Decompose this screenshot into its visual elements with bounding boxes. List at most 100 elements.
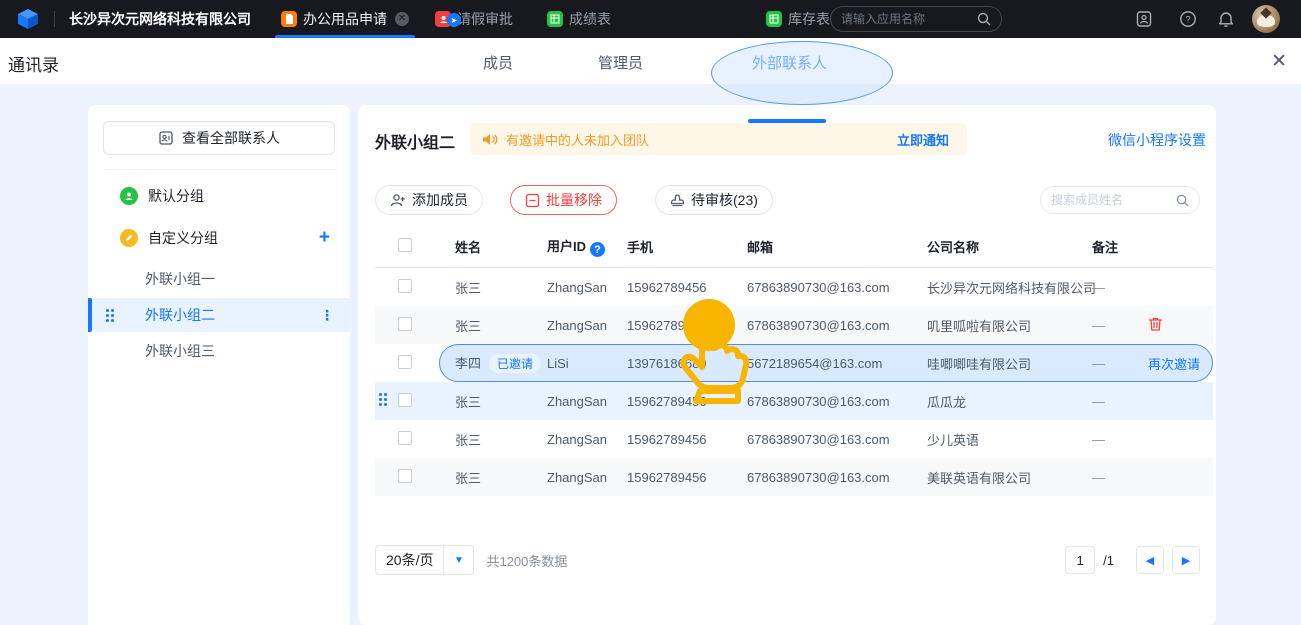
cell-company: 瓜瓜龙 xyxy=(919,392,1084,411)
contacts-book-icon[interactable] xyxy=(1132,7,1156,31)
member-search-box[interactable] xyxy=(1040,186,1200,214)
cell-note: — xyxy=(1084,394,1140,409)
cell-email: 67863890730@163.com xyxy=(739,394,919,409)
page-size-select[interactable]: 20条/页 ▼ xyxy=(375,545,474,575)
cell-company: 哇唧唧哇有限公司 xyxy=(919,354,1084,373)
close-tab-icon[interactable]: ✕ xyxy=(395,12,409,26)
cell-phone: 15962789456 xyxy=(619,280,739,295)
row-select-cell xyxy=(375,469,447,486)
cell-userid: ZhangSan xyxy=(539,470,619,485)
tab-leave-approval[interactable]: ➤ 请假审批 xyxy=(435,0,513,38)
divider xyxy=(103,169,335,170)
person-icon xyxy=(120,187,138,205)
prev-page-button[interactable]: ◀ xyxy=(1136,546,1164,574)
cell-userid: ZhangSan xyxy=(539,394,619,409)
orange-app-icon xyxy=(281,11,297,27)
sidebar-item-default-group[interactable]: 默认分组 xyxy=(88,180,350,212)
more-options-icon[interactable]: ⋮ xyxy=(320,307,334,324)
groups-sidebar: 查看全部联系人 默认分组 自定义分组 + 外联小组一 xyxy=(88,105,350,625)
cell-note: — xyxy=(1084,318,1140,333)
tab-office-supplies[interactable]: 办公用品申请 ✕ xyxy=(281,0,409,38)
tab-admins[interactable]: 管理员 xyxy=(598,52,643,73)
table-row: 张三ZhangSan1596278945667863890730@163.com… xyxy=(375,382,1213,420)
row-checkbox[interactable] xyxy=(398,279,412,293)
members-table: 姓名 用户ID? 手机 邮箱 公司名称 备注 张三ZhangSan1596278… xyxy=(375,226,1213,496)
view-all-contacts-button[interactable]: 查看全部联系人 xyxy=(103,121,335,155)
table-row: 张三ZhangSan1596278945667863890730@163.com… xyxy=(375,268,1213,306)
table-row: 张三ZhangSan1596278945667863890730@163.com… xyxy=(375,306,1213,344)
cell-company: 少儿英语 xyxy=(919,430,1084,449)
chevron-down-icon[interactable]: ▼ xyxy=(443,545,473,575)
cell-company: 美联英语有限公司 xyxy=(919,468,1084,487)
person-add-icon xyxy=(390,193,406,208)
notifications-bell-icon[interactable] xyxy=(1214,7,1238,31)
col-note: 备注 xyxy=(1084,237,1140,256)
add-member-button[interactable]: 添加成员 xyxy=(375,185,483,215)
help-question-icon[interactable]: ? xyxy=(590,242,605,257)
user-avatar[interactable] xyxy=(1252,5,1280,33)
notify-now-link[interactable]: 立即通知 xyxy=(897,130,949,149)
col-phone: 手机 xyxy=(619,237,739,256)
sidebar-item-group-1[interactable]: 外联小组一 xyxy=(88,262,350,296)
row-checkbox[interactable] xyxy=(398,317,412,331)
row-select-cell xyxy=(375,393,447,410)
row-checkbox[interactable] xyxy=(398,469,412,483)
app-search-input[interactable] xyxy=(841,12,977,26)
cell-note: — xyxy=(1084,432,1140,447)
svg-text:?: ? xyxy=(1185,15,1190,26)
invited-badge: 已邀请 xyxy=(489,354,541,373)
drag-handle-icon[interactable] xyxy=(379,393,387,406)
cell-action: 再次邀请 xyxy=(1140,354,1213,373)
sidebar-item-custom-group[interactable]: 自定义分组 + xyxy=(88,222,350,254)
cell-action xyxy=(1140,316,1213,335)
sidebar-item-group-2[interactable]: 外联小组二 ⋮ xyxy=(88,298,350,332)
page-header: 通讯录 成员 管理员 外部联系人 ✕ xyxy=(0,38,1301,85)
drag-handle-icon[interactable] xyxy=(106,309,114,322)
cell-email: 5672189654@163.com xyxy=(739,356,919,371)
sidebar-item-group-3[interactable]: 外联小组三 xyxy=(88,334,350,368)
cell-name: 李四已邀请 xyxy=(447,353,539,373)
red-app-icon: ➤ xyxy=(435,11,451,27)
table-row: 张三ZhangSan1596278945667863890730@163.com… xyxy=(375,420,1213,458)
app-search-box[interactable] xyxy=(830,6,1002,32)
tab-grades-sheet[interactable]: 成绩表 xyxy=(547,0,611,38)
app-logo-icon xyxy=(16,7,40,31)
cell-company: 长沙异次元网络科技有限公司 xyxy=(919,278,1084,297)
close-icon[interactable]: ✕ xyxy=(1271,50,1287,73)
table-row: 李四已邀请LiSi139761866895672189654@163.com哇唧… xyxy=(375,344,1213,382)
delete-trash-icon[interactable] xyxy=(1148,316,1163,332)
row-select-cell xyxy=(375,431,447,448)
cell-userid: ZhangSan xyxy=(539,280,619,295)
row-checkbox[interactable] xyxy=(398,355,412,369)
col-company: 公司名称 xyxy=(919,237,1084,256)
table-body: 张三ZhangSan1596278945667863890730@163.com… xyxy=(375,268,1213,496)
divider xyxy=(54,11,55,27)
tab-inventory-sheet[interactable]: 库存表 xyxy=(766,0,830,38)
stamp-icon xyxy=(670,193,685,208)
help-icon[interactable]: ? xyxy=(1176,7,1200,31)
col-userid: 用户ID? xyxy=(539,236,619,258)
minus-square-icon xyxy=(525,193,540,208)
active-tab-underline xyxy=(748,119,826,123)
cell-email: 67863890730@163.com xyxy=(739,432,919,447)
pending-review-button[interactable]: 待审核(23) xyxy=(655,185,773,215)
top-app-bar: 长沙异次元网络科技有限公司 办公用品申请 ✕ ➤ 请假审批 成绩表 xyxy=(0,0,1301,38)
row-checkbox[interactable] xyxy=(398,393,412,407)
next-page-button[interactable]: ▶ xyxy=(1172,546,1200,574)
page-total-label: /1 xyxy=(1103,553,1114,568)
search-icon xyxy=(1176,194,1189,207)
row-checkbox[interactable] xyxy=(398,431,412,445)
tab-external-contacts[interactable]: 外部联系人 xyxy=(752,52,827,73)
cell-company: 叽里呱啦有限公司 xyxy=(919,316,1084,335)
current-page-input[interactable]: 1 xyxy=(1065,546,1095,574)
select-all-checkbox[interactable] xyxy=(398,238,412,252)
wechat-miniprogram-settings-link[interactable]: 微信小程序设置 xyxy=(1108,130,1206,150)
cell-phone: 13976186689 xyxy=(619,356,739,371)
add-group-icon[interactable]: + xyxy=(319,227,330,249)
reinvite-link[interactable]: 再次邀请 xyxy=(1148,357,1200,372)
tab-members[interactable]: 成员 xyxy=(483,52,513,73)
cell-phone: 15962789456 xyxy=(619,432,739,447)
member-search-input[interactable] xyxy=(1051,193,1176,207)
cell-note: — xyxy=(1084,470,1140,485)
batch-remove-button[interactable]: 批量移除 xyxy=(510,185,617,215)
